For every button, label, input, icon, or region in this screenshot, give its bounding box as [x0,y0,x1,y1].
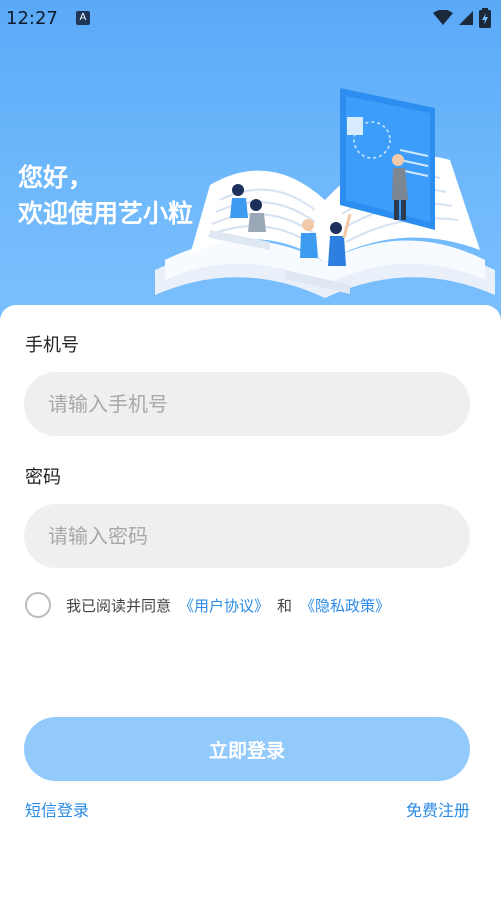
status-bar: 12:27 A [0,0,501,36]
login-screen: 12:27 A 您好， 欢迎使用艺小粒 手机号 请输入手机号 密码 我已阅读并同… [0,0,501,904]
wifi-icon [433,10,453,25]
cell-signal-icon [459,11,473,25]
status-time: 12:27 [6,7,58,29]
password-label: 密码 [25,467,61,488]
register-link[interactable]: 免费注册 [406,797,470,821]
agree-checkbox[interactable] [25,592,51,618]
battery-icon [479,8,491,28]
classroom-book-illustration [155,88,495,298]
login-button[interactable]: 立即登录 [24,717,470,781]
and-text: 和 [277,596,293,615]
phone-label: 手机号 [25,335,79,356]
user-agreement-link[interactable]: 《用户协议》 [179,595,269,616]
password-input[interactable] [24,504,470,568]
privacy-policy-link[interactable]: 《隐私政策》 [300,595,390,616]
login-card: 手机号 密码 我已阅读并同意 《用户协议》 和 《隐私政策》 立即登录 短信登录… [0,305,501,904]
agree-text: 我已阅读并同意 [66,596,172,615]
agreement-row: 我已阅读并同意 《用户协议》 和 《隐私政策》 [25,592,390,618]
phone-input[interactable] [24,372,470,436]
sms-login-link[interactable]: 短信登录 [25,797,89,821]
notification-app-icon: A [75,11,90,25]
status-icons [433,8,491,28]
header-banner: 12:27 A 您好， 欢迎使用艺小粒 [0,0,501,330]
